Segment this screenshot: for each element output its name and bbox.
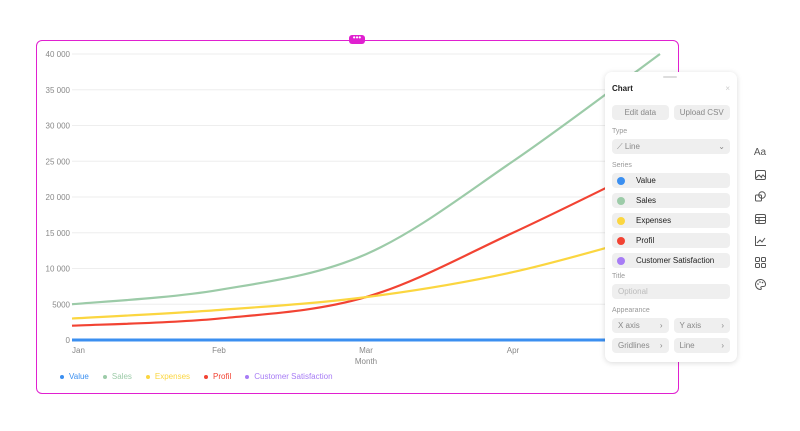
- y-tick-label: 40 000: [46, 50, 71, 59]
- legend-dot-icon: [103, 375, 107, 379]
- legend-dot-icon: [245, 375, 249, 379]
- title-input[interactable]: Optional: [612, 284, 730, 299]
- type-select[interactable]: ⟋ Line ⌄: [612, 139, 730, 154]
- shapes-icon[interactable]: [755, 189, 766, 204]
- gridlines-button[interactable]: Gridlines›: [612, 338, 669, 353]
- series-name: Sales: [636, 196, 656, 205]
- series-color-icon: [617, 177, 625, 185]
- chevron-down-icon: ⌄: [718, 142, 725, 151]
- series-color-icon: [617, 237, 625, 245]
- type-value: Line: [625, 142, 640, 151]
- y-tick-label: 20 000: [46, 193, 71, 202]
- line-chart-icon: ⟋: [617, 142, 625, 151]
- drag-handle[interactable]: [663, 76, 677, 78]
- apps-icon[interactable]: [755, 255, 766, 270]
- chart-panel: Chart× Edit dataUpload CSV Type ⟋ Line⌄ …: [605, 72, 737, 362]
- type-label: Type: [612, 128, 730, 135]
- legend-dot-icon: [204, 375, 208, 379]
- series-item[interactable]: Value: [612, 173, 730, 188]
- y-tick-label: 30 000: [46, 122, 71, 131]
- title-label: Title: [612, 273, 730, 280]
- series-color-icon: [617, 257, 625, 265]
- image-icon[interactable]: [755, 167, 766, 182]
- text-icon[interactable]: Aa: [754, 145, 766, 160]
- y-tick-label: 10 000: [46, 265, 71, 274]
- table-icon[interactable]: [755, 211, 766, 226]
- series-name: Expenses: [636, 216, 671, 225]
- series-item[interactable]: Profil: [612, 233, 730, 248]
- x-tick-label: Mar: [359, 346, 373, 355]
- x-tick-label: Jan: [72, 346, 85, 355]
- series-item[interactable]: Customer Satisfaction: [612, 253, 730, 268]
- x-axis-label: Month: [355, 357, 377, 366]
- series-line-sales: [72, 54, 660, 304]
- upload-csv-button[interactable]: Upload CSV: [674, 105, 731, 120]
- appearance-label: Appearance: [612, 307, 730, 314]
- x-axis-button[interactable]: X axis›: [612, 318, 669, 333]
- legend-item[interactable]: Sales: [103, 372, 132, 381]
- series-label: Series: [612, 162, 730, 169]
- y-tick-label: 15 000: [46, 229, 71, 238]
- series-line-expenses: [72, 233, 660, 319]
- series-line-profil: [72, 161, 660, 325]
- toolbar: Aa: [752, 145, 768, 292]
- legend-item[interactable]: Expenses: [146, 372, 190, 381]
- legend-dot-icon: [146, 375, 150, 379]
- series-name: Profil: [636, 236, 654, 245]
- series-item[interactable]: Expenses: [612, 213, 730, 228]
- close-icon[interactable]: ×: [725, 84, 730, 93]
- x-tick-label: Feb: [212, 346, 226, 355]
- y-tick-label: 35 000: [46, 86, 71, 95]
- x-tick-label: Apr: [507, 346, 520, 355]
- palette-icon[interactable]: [755, 277, 766, 292]
- line-button[interactable]: Line›: [674, 338, 731, 353]
- series-name: Value: [636, 176, 656, 185]
- y-tick-label: 25 000: [46, 157, 71, 166]
- series-item[interactable]: Sales: [612, 193, 730, 208]
- legend-item[interactable]: Value: [60, 372, 89, 381]
- legend-item[interactable]: Customer Satisfaction: [245, 372, 332, 381]
- edit-data-button[interactable]: Edit data: [612, 105, 669, 120]
- y-axis-button[interactable]: Y axis›: [674, 318, 731, 333]
- legend-item[interactable]: Profil: [204, 372, 231, 381]
- y-tick-label: 5000: [52, 300, 70, 309]
- series-name: Customer Satisfaction: [636, 256, 714, 265]
- series-color-icon: [617, 217, 625, 225]
- panel-title: Chart: [612, 84, 633, 93]
- series-color-icon: [617, 197, 625, 205]
- legend: Value Sales Expenses Profil Customer Satisfa…: [60, 372, 333, 381]
- chart-icon[interactable]: [755, 233, 766, 248]
- y-tick-label: 0: [66, 336, 71, 345]
- legend-dot-icon: [60, 375, 64, 379]
